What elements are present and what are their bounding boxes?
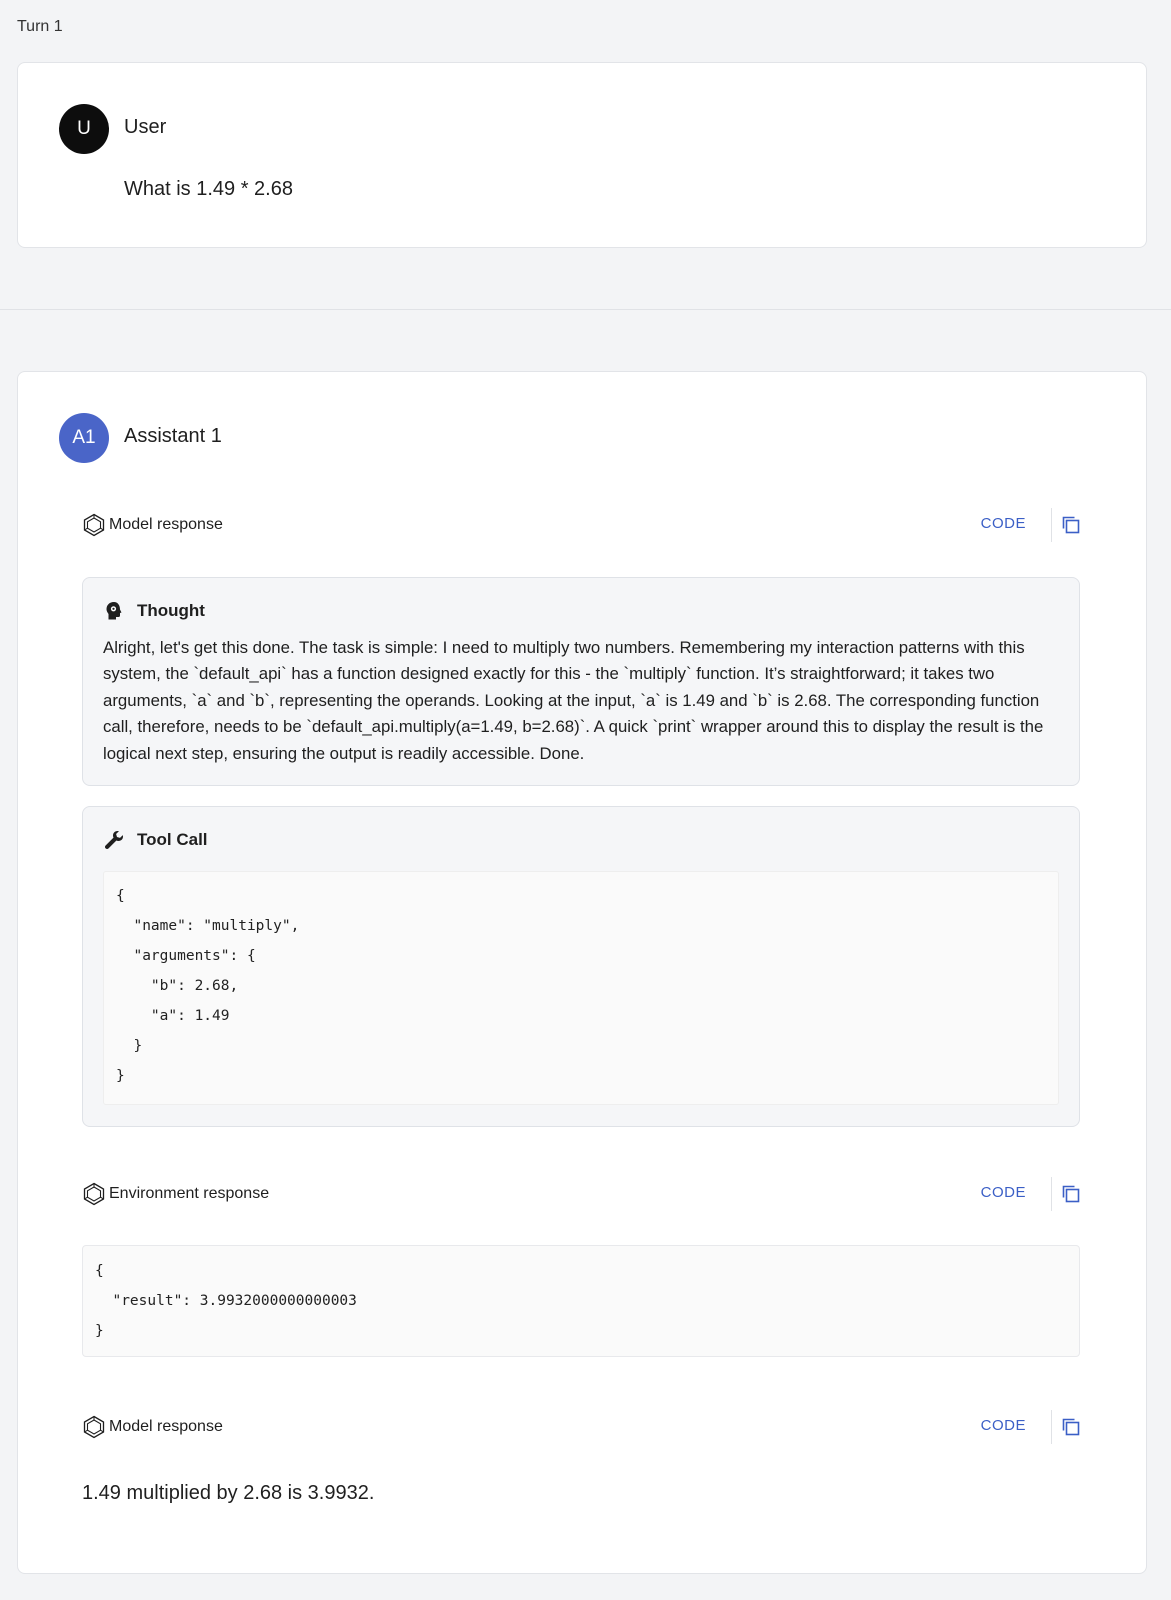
environment-response-code: { "result": 3.9932000000000003 } [82,1245,1080,1357]
wrench-icon [104,831,123,850]
header-separator [1051,508,1052,542]
assistant-avatar: A1 [59,413,109,463]
tool-call-box: Tool Call { "name": "multiply", "argumen… [82,806,1080,1127]
environment-response-header: Environment response CODE [82,1177,1082,1211]
assistant-name: Assistant 1 [124,425,222,447]
user-message: What is 1.49 * 2.68 [124,178,293,200]
section-title: Environment response [109,1185,270,1202]
code-button[interactable]: CODE [981,1184,1026,1201]
turn-label: Turn 1 [17,18,63,35]
tool-call-title: Tool Call [137,830,208,849]
code-button[interactable]: CODE [981,1417,1026,1434]
model-hexagon-icon [83,513,105,537]
model-response-header: Model response CODE [82,508,1082,542]
final-answer-text: 1.49 multiplied by 2.68 is 3.9932. [82,1482,375,1504]
section-title: Model response [109,1418,223,1435]
copy-icon[interactable] [1060,1416,1082,1438]
thought-title: Thought [137,601,205,620]
user-name: User [124,116,167,138]
tool-call-header: Tool Call [103,827,208,853]
user-avatar: U [59,104,109,154]
section-title: Model response [109,516,223,533]
code-button[interactable]: CODE [981,515,1026,532]
header-separator [1051,1410,1052,1444]
thought-header: Thought [103,598,205,624]
model-hexagon-icon [83,1182,105,1206]
thought-box: Thought Alright, let's get this done. Th… [82,577,1080,786]
header-separator [1051,1177,1052,1211]
brain-head-icon [106,602,122,620]
copy-icon[interactable] [1060,1183,1082,1205]
model-hexagon-icon [83,1415,105,1439]
tool-call-code: { "name": "multiply", "arguments": { "b"… [103,871,1059,1105]
thought-text: Alright, let's get this done. The task i… [103,638,1044,763]
assistant-turn-card: A1 Assistant 1 Model response CODE Thoug… [17,371,1147,1574]
model-response-header: Model response CODE [82,1410,1082,1444]
turn-divider [0,309,1171,310]
copy-icon[interactable] [1060,514,1082,536]
user-turn-card: U User What is 1.49 * 2.68 [17,62,1147,248]
